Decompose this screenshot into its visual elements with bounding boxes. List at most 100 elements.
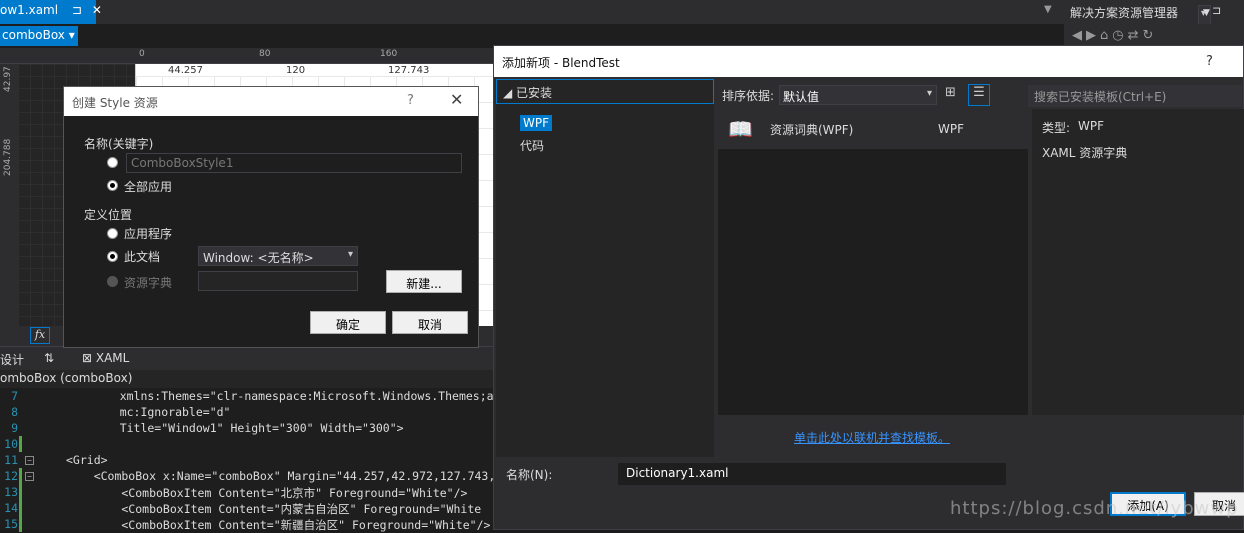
apply-all-radio[interactable] [107, 180, 118, 191]
detail-type-value: WPF [1078, 119, 1105, 133]
line-number: 13 [4, 485, 18, 499]
new-button[interactable]: 新建... [386, 270, 462, 293]
design-tab[interactable]: 设计 [0, 351, 24, 368]
add-new-item-dialog: 添加新项 - BlendTest ? ◢ 已安装 WPF 代码 排序依据: 默认… [493, 45, 1244, 530]
collapse-icon[interactable]: − [25, 456, 34, 465]
line-number: 10 [4, 437, 18, 451]
xaml-tab[interactable]: ⊠ XAML [82, 351, 129, 365]
application-radio[interactable] [107, 228, 118, 239]
document-target-dropdown[interactable]: Window: <无名称> [198, 246, 358, 266]
sort-label: 排序依据: [722, 89, 775, 103]
ruler-tick: 42.97 [3, 66, 13, 92]
template-search-input[interactable]: 搜索已安装模板(Ctrl+E) [1028, 85, 1242, 107]
dimension-labels: 44.257 120 127.743 [140, 64, 500, 78]
this-document-label: 此文档 [124, 250, 161, 264]
grid-view-icon[interactable]: ⊞ [945, 85, 963, 105]
swap-panes-icon[interactable]: ⇅ [44, 351, 54, 365]
dimension-label: 127.743 [388, 65, 430, 76]
line-number: 12 [4, 469, 18, 483]
refresh-icon[interactable]: ↻ [1143, 28, 1158, 43]
change-marker [19, 500, 22, 516]
dialog-title: 添加新项 - BlendTest [502, 56, 620, 70]
tree-item-wpf[interactable]: WPF [520, 115, 553, 131]
define-section-label: 定义位置 [84, 208, 133, 222]
line-number: 7 [11, 389, 18, 403]
template-type: WPF [938, 122, 965, 136]
ruler-left: 42.97 204.788 [0, 64, 18, 326]
forward-icon[interactable]: ▶ [1086, 28, 1100, 43]
ok-button[interactable]: 确定 [310, 311, 386, 334]
name-label: 名称(N): [506, 468, 553, 482]
effects-button[interactable]: fx [30, 327, 50, 344]
apply-all-label: 全部应用 [124, 180, 173, 194]
template-name: 资源词典(WPF) [770, 123, 854, 137]
list-view-icon[interactable]: ☰ [968, 84, 990, 106]
ruler-top: 0 80 160 [0, 48, 494, 64]
ruler-tick: 160 [380, 49, 398, 59]
detail-type-label: 类型: [1042, 121, 1071, 135]
help-icon[interactable]: ? [1206, 54, 1213, 69]
help-icon[interactable]: ? [407, 93, 414, 108]
chevron-down-icon[interactable]: ▼ [1198, 5, 1211, 25]
ruler-tick: 204.788 [3, 138, 13, 176]
line-number: 11 [4, 453, 18, 467]
change-marker [19, 484, 22, 500]
tree-item-code[interactable]: 代码 [520, 137, 544, 154]
cancel-button[interactable]: 取消 [392, 311, 468, 334]
sort-dropdown[interactable]: 默认值 [779, 85, 937, 105]
document-tab-label: ow1.xaml [0, 3, 59, 17]
name-section-label: 名称(关键字) [84, 137, 154, 151]
xaml-code-editor[interactable]: 7 xmlns:Themes="clr-namespace:Microsoft.… [0, 388, 521, 533]
home-icon[interactable]: ⌂ [1100, 28, 1112, 43]
code-line[interactable]: mc:Ignorable="d" [92, 405, 231, 419]
list-item[interactable]: 📖 资源词典(WPF) WPF [718, 109, 1028, 149]
dialog-title: 创建 Style 资源 [72, 96, 158, 110]
application-label: 应用程序 [124, 227, 173, 241]
code-line[interactable]: xmlns:Themes="clr-namespace:Microsoft.Wi… [92, 389, 522, 403]
code-line[interactable]: <ComboBoxItem Content="内蒙古自治区" Foregroun… [66, 501, 481, 517]
close-icon[interactable]: ✕ [92, 3, 102, 17]
change-marker [19, 468, 22, 484]
name-key-radio[interactable] [107, 157, 118, 168]
element-selector[interactable]: comboBox ▾ [0, 26, 78, 46]
chevron-down-icon[interactable]: ▼ [1044, 4, 1052, 15]
ruler-tick: 80 [259, 49, 271, 59]
view-split-bar: 设计 ⇅ ⊠ XAML [0, 346, 494, 370]
line-number: 8 [11, 405, 18, 419]
code-line[interactable]: <ComboBoxItem Content="北京市" Foreground="… [66, 485, 467, 501]
collapse-icon[interactable]: − [25, 472, 34, 481]
line-number: 9 [11, 421, 18, 435]
back-icon[interactable]: ◀ [1072, 28, 1086, 43]
code-line[interactable]: <Grid> [66, 453, 108, 467]
document-tab[interactable]: ow1.xaml ⊐ ✕ [0, 0, 102, 24]
template-details: 类型: WPF XAML 资源字典 [1032, 109, 1244, 415]
style-name-input[interactable]: ComboBoxStyle1 [126, 153, 462, 173]
template-list: 📖 资源词典(WPF) WPF [718, 109, 1028, 415]
dialog-titlebar: 创建 Style 资源 ? ✕ [64, 87, 478, 116]
file-name-input[interactable]: Dictionary1.xaml [618, 463, 1006, 485]
pin-icon[interactable]: ⊐ [1212, 4, 1221, 17]
solution-explorer-label: 解决方案资源管理器 [1070, 6, 1179, 20]
line-number: 14 [4, 501, 18, 515]
code-line[interactable]: <ComboBoxItem Content="新疆自治区" Foreground… [66, 517, 490, 533]
installed-node[interactable]: ◢ 已安装 [496, 79, 714, 104]
resource-dictionary-icon: 📖 [728, 117, 753, 141]
detail-description: XAML 资源字典 [1042, 146, 1128, 160]
resource-dictionary-radio[interactable] [107, 276, 118, 287]
xaml-breadcrumb[interactable]: omboBox (comboBox) [0, 370, 494, 388]
resource-dictionary-label: 资源字典 [124, 276, 173, 290]
pin-icon[interactable]: ⊐ [72, 3, 82, 17]
watermark: https://blog.csdn.net/lybwwp [950, 498, 1239, 519]
sync-icon[interactable]: ⇄ [1128, 28, 1143, 43]
template-tree: ◢ 已安装 WPF 代码 [496, 79, 714, 457]
code-line[interactable]: <ComboBox x:Name="comboBox" Margin="44.2… [66, 469, 496, 483]
code-line[interactable]: Title="Window1" Height="300" Width="300"… [92, 421, 404, 435]
close-icon[interactable]: ✕ [450, 90, 463, 109]
dialog-titlebar: 添加新项 - BlendTest ? [494, 46, 1243, 77]
change-marker [19, 436, 22, 452]
this-document-radio[interactable] [107, 251, 118, 262]
find-templates-online-link[interactable]: 单击此处以联机并查找模板。 [794, 429, 950, 446]
resource-dictionary-field[interactable] [198, 271, 358, 291]
line-number: 15 [4, 517, 18, 531]
history-icon[interactable]: ◷ [1112, 28, 1127, 43]
